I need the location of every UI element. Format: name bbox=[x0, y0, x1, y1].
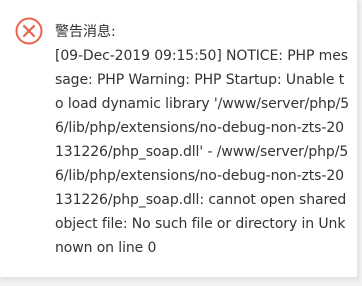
warning-dialog: 警告消息: [09-Dec-2019 09:15:50] NOTICE: PHP… bbox=[0, 0, 358, 278]
error-circle-x-icon bbox=[15, 17, 43, 45]
dialog-content: 警告消息: [09-Dec-2019 09:15:50] NOTICE: PHP… bbox=[55, 20, 351, 260]
dialog-title: 警告消息: bbox=[55, 24, 116, 40]
dialog-message: [09-Dec-2019 09:15:50] NOTICE: PHP messa… bbox=[55, 48, 350, 256]
